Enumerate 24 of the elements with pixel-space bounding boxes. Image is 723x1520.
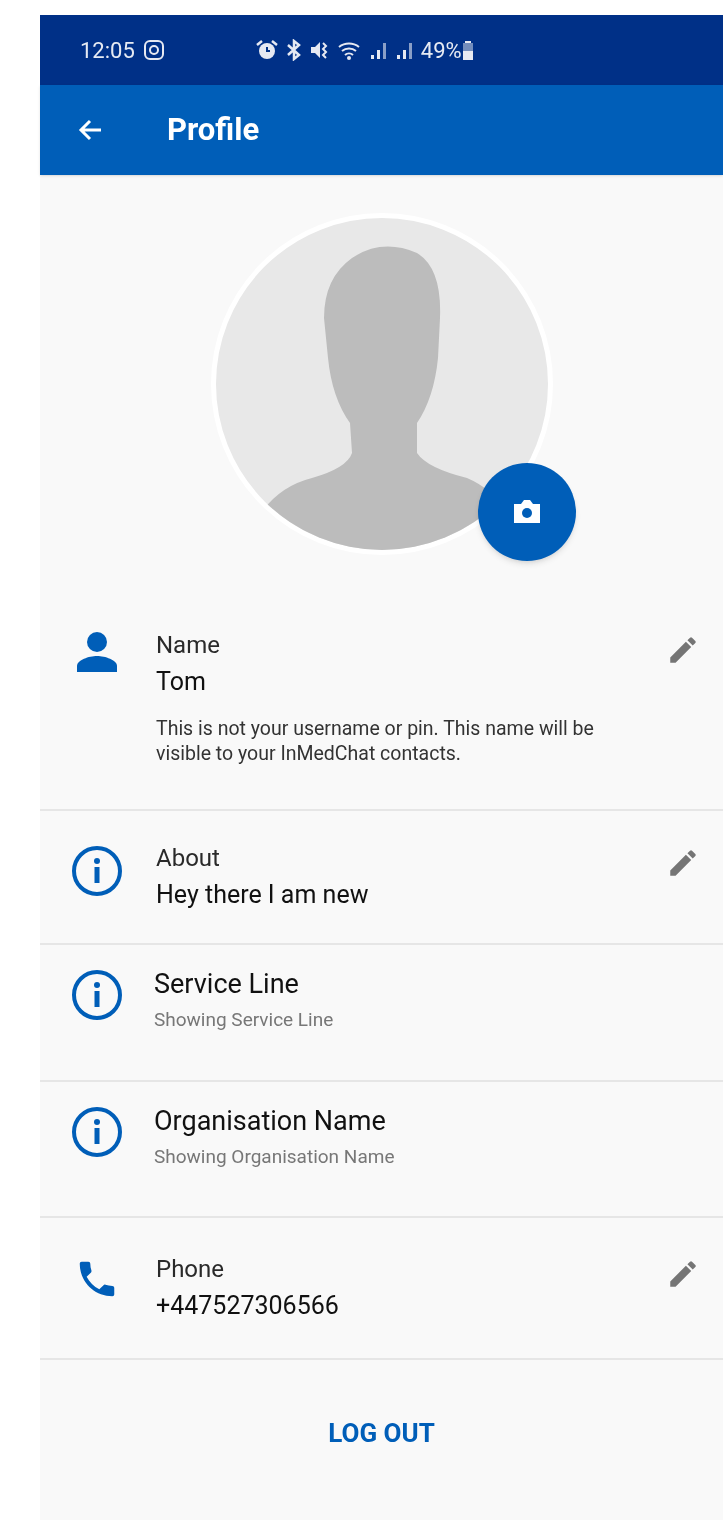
field-subtitle: Showing Service Line bbox=[154, 1007, 335, 1033]
field-title: Organisation Name bbox=[154, 1104, 387, 1139]
alarm-icon bbox=[254, 39, 279, 61]
screen-title: Profile bbox=[167, 109, 260, 150]
info-icon bbox=[71, 969, 123, 1021]
battery-icon bbox=[461, 39, 474, 61]
person-icon bbox=[75, 632, 119, 672]
field-label: About bbox=[156, 843, 221, 874]
logout-button[interactable]: LOG OUT bbox=[312, 1406, 451, 1461]
field-note: This is not your username or pin. This name will be visible to your InMedChat contacts. bbox=[156, 716, 595, 766]
field-subtitle: Showing Organisation Name bbox=[154, 1144, 396, 1170]
back-arrow-icon bbox=[77, 118, 103, 142]
field-label: Name bbox=[156, 630, 221, 661]
field-value: Hey there I am new bbox=[156, 879, 370, 911]
field-value: +447527306566 bbox=[156, 1290, 340, 1322]
info-icon bbox=[71, 845, 123, 897]
camera-icon bbox=[511, 498, 543, 526]
status-time: 12:05 bbox=[80, 36, 135, 65]
field-title: Service Line bbox=[154, 967, 300, 1002]
battery-percent: 49% bbox=[420, 36, 462, 65]
field-value: Tom bbox=[156, 666, 207, 698]
notification-icon bbox=[142, 39, 165, 61]
field-label: Phone bbox=[156, 1254, 226, 1285]
info-icon bbox=[71, 1106, 123, 1158]
